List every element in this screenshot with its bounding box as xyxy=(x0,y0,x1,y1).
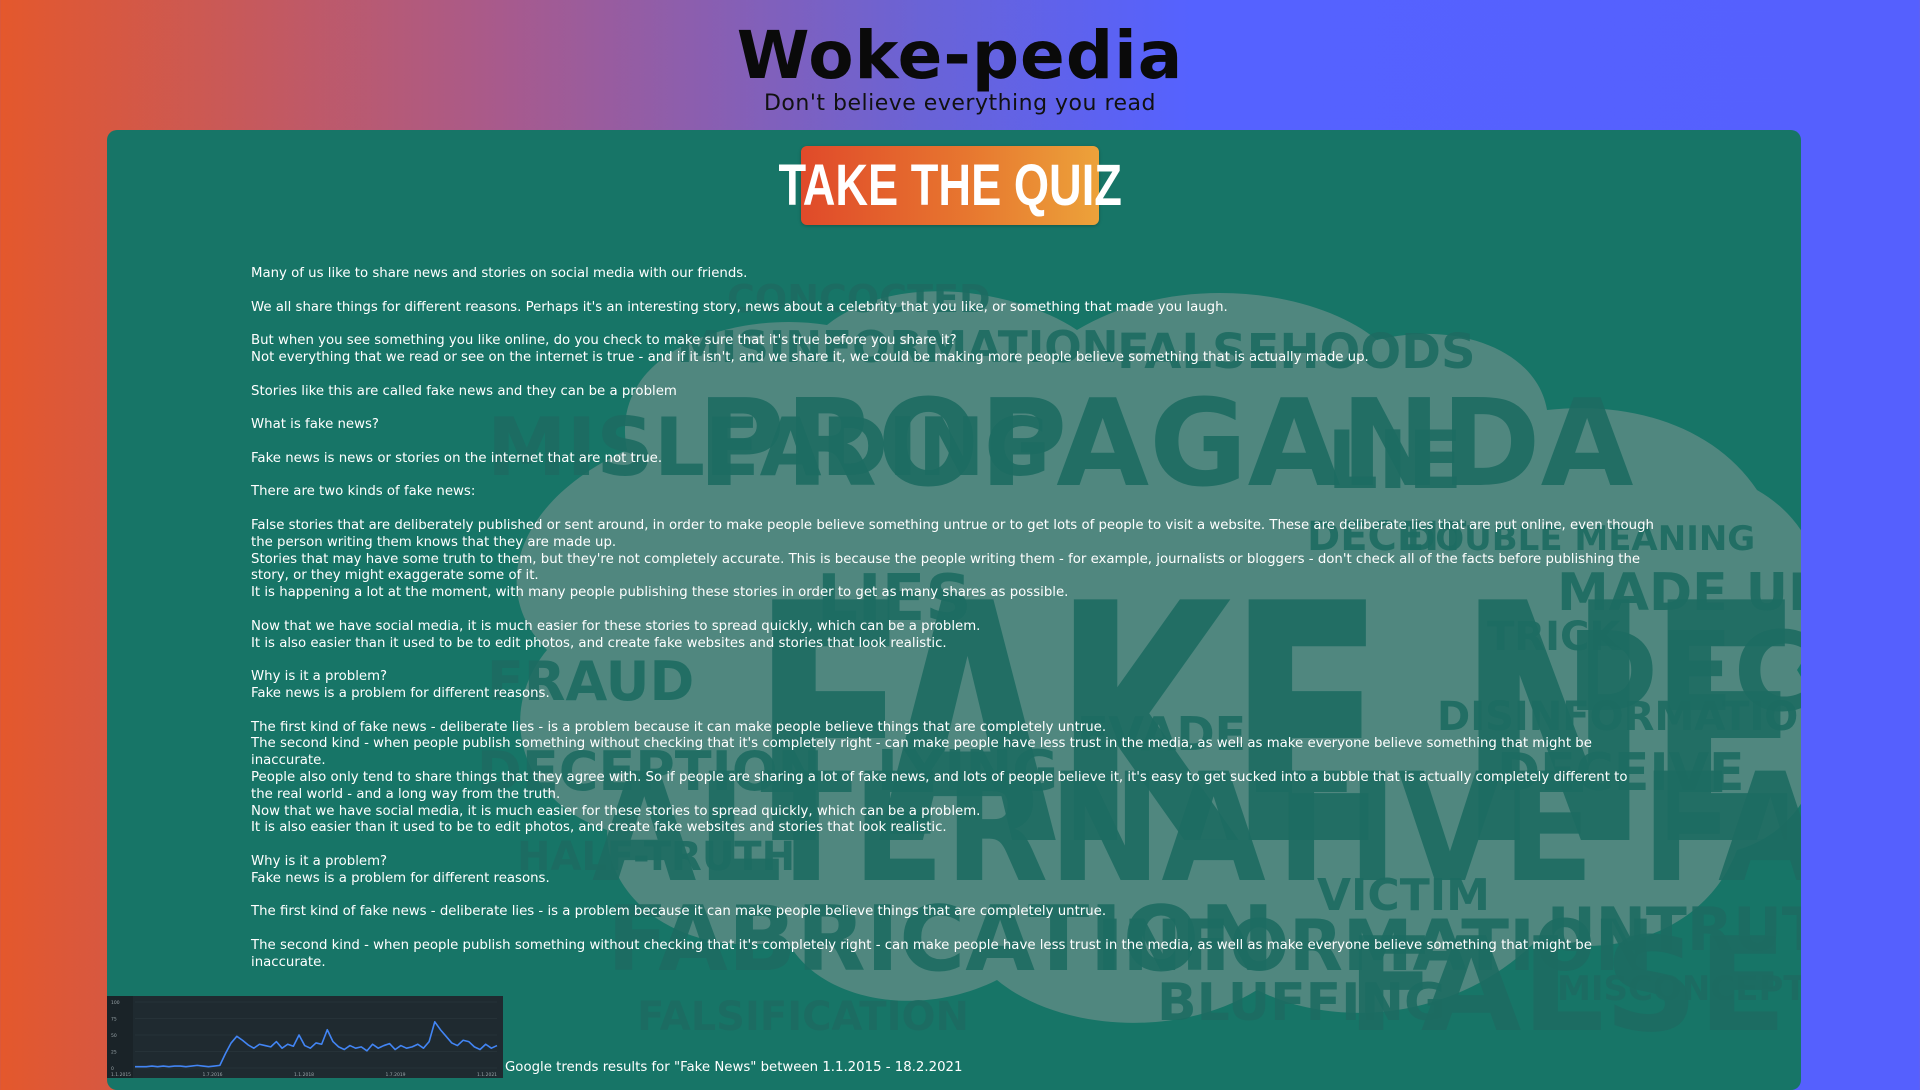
article-line: It is also easier than it used to be to … xyxy=(251,635,947,651)
article-line: inaccurate. xyxy=(251,753,326,769)
article-line: The first kind of fake news - deliberate… xyxy=(251,719,1107,735)
article-line: It is happening a lot at the moment, wit… xyxy=(251,585,1069,601)
chart-y-tick-label: 25 xyxy=(111,1050,117,1056)
article-line: Fake news is news or stories on the inte… xyxy=(251,450,663,466)
article-line: Stories like this are called fake news a… xyxy=(251,383,677,399)
chart-x-tick-label: 1.7.2019 xyxy=(386,1072,406,1078)
article-line: story, or they might exaggerate some of … xyxy=(251,568,539,584)
site-title: Woke-pedia xyxy=(736,17,1184,94)
google-trends-chart: 100 75 50 25 01.1.2015 1.7.2016 1.1.2018 1.7.20… xyxy=(107,996,503,1078)
take-quiz-button[interactable]: TAKE THE QUIZ xyxy=(778,146,1122,225)
article-line: Many of us like to share news and storie… xyxy=(251,266,748,281)
svg-text:FALSIFICATION: FALSIFICATION xyxy=(637,994,969,1040)
article-line: The first kind of fake news - deliberate… xyxy=(251,904,1107,920)
chart-y-tick-label: 75 xyxy=(111,1017,117,1023)
chart-x-tick-label: 1.1.2015 xyxy=(111,1072,131,1078)
trends-caption: Google trends results for "Fake News" be… xyxy=(505,1060,963,1075)
article-line: Stories that may have some truth to them… xyxy=(251,551,1641,567)
article-line: What is fake news? xyxy=(251,417,379,433)
site-header: Woke-pedia Don't believe everything you … xyxy=(0,18,1920,117)
site-tagline: Don't believe everything you read xyxy=(763,91,1156,116)
article-line: Now that we have social media, it is muc… xyxy=(251,803,981,819)
article-line: It is also easier than it used to be to … xyxy=(251,820,947,836)
article-line: inaccurate. xyxy=(251,954,326,970)
article-line: People also only tend to share things th… xyxy=(251,769,1628,785)
article-line: Fake news is a problem for different rea… xyxy=(251,685,550,701)
article-line: the real world - and a long way from the… xyxy=(251,786,561,802)
chart-y-tick-label: 100 xyxy=(111,1000,120,1006)
article-line: The second kind - when people publish so… xyxy=(251,736,1592,752)
article-line: There are two kinds of fake news: xyxy=(251,484,476,500)
chart-x-tick-label: 1.1.2021 xyxy=(477,1072,497,1078)
article-line: The second kind - when people publish so… xyxy=(251,937,1592,953)
article-line: the person writing them knows that they … xyxy=(251,534,617,550)
article-line: Fake news is a problem for different rea… xyxy=(251,870,550,886)
chart-y-tick-label: 0 xyxy=(111,1066,114,1072)
article-line: Now that we have social media, it is muc… xyxy=(251,618,981,634)
chart-x-tick-label: 1.7.2016 xyxy=(203,1072,223,1078)
take-quiz-label: TAKE THE QUIZ xyxy=(778,153,1122,218)
content-panel: FAKE NEWS PROPAGANDA MISLEADING ALTERNAT… xyxy=(107,130,1801,1090)
article-line: Why is it a problem? xyxy=(251,669,388,685)
article-body: Many of us like to share news and storie… xyxy=(251,266,1691,971)
svg-text:MISCONCEPTION: MISCONCEPTION xyxy=(1557,969,1801,1009)
article-line: Why is it a problem? xyxy=(251,853,388,869)
chart-y-tick-label: 50 xyxy=(111,1033,117,1039)
article-line: False stories that are deliberately publ… xyxy=(251,517,1654,533)
chart-x-tick-label: 1.1.2018 xyxy=(294,1072,314,1078)
article-line: But when you see something you like onli… xyxy=(251,333,957,349)
article-line: We all share things for different reason… xyxy=(251,299,1228,315)
article-line: Not everything that we read or see on th… xyxy=(251,349,1369,365)
